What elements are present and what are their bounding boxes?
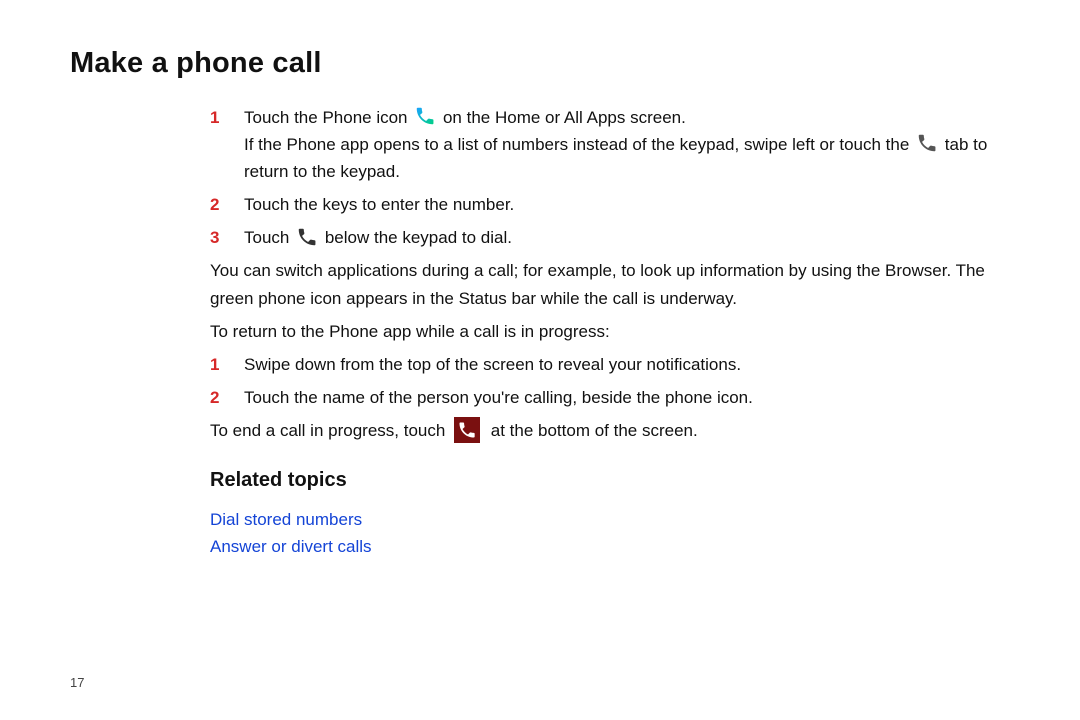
end-call-icon [454, 417, 480, 443]
document-page: Make a phone call 1 Touch the Phone icon [0, 0, 1080, 720]
phone-dial-icon [296, 226, 318, 248]
step-item: 1 Touch the Phone icon on the Ho [210, 104, 1010, 186]
related-links: Dial stored numbers Answer or divert cal… [210, 507, 1010, 560]
step-number: 2 [210, 384, 244, 411]
step-item: 3 Touch below the keypad to dial. [210, 224, 1010, 251]
paragraph: To end a call in progress, touch at the … [210, 417, 1010, 445]
step-item: 2 Touch the keys to enter the number. [210, 191, 1010, 218]
step-number: 1 [210, 104, 244, 131]
step-text: Touch the Phone icon [244, 108, 412, 127]
phone-tab-icon [916, 132, 938, 154]
page-number: 17 [70, 673, 84, 693]
step-body: Touch the keys to enter the number. [244, 191, 1010, 218]
step-extra: If the Phone app opens to a list of numb… [244, 135, 914, 154]
end-call-text: at the bottom of the screen. [491, 421, 698, 440]
step-body: Touch the name of the person you're call… [244, 384, 1010, 411]
paragraph: You can switch applications during a cal… [210, 257, 1010, 311]
paragraph: To return to the Phone app while a call … [210, 318, 1010, 345]
step-body: Swipe down from the top of the screen to… [244, 351, 1010, 378]
steps-primary: 1 Touch the Phone icon on the Ho [210, 104, 1010, 560]
step-number: 2 [210, 191, 244, 218]
step-item: 1 Swipe down from the top of the screen … [210, 351, 1010, 378]
step-body: Touch below the keypad to dial. [244, 224, 1010, 251]
related-link[interactable]: Answer or divert calls [210, 534, 1010, 560]
step-text: below the keypad to dial. [325, 228, 512, 247]
related-heading: Related topics [210, 465, 1010, 495]
step-body: Touch the Phone icon on the Home or All … [244, 104, 1010, 186]
step-item: 2 Touch the name of the person you're ca… [210, 384, 1010, 411]
related-link[interactable]: Dial stored numbers [210, 507, 1010, 533]
phone-color-icon [414, 105, 436, 127]
step-number: 3 [210, 224, 244, 251]
step-number: 1 [210, 351, 244, 378]
page-title: Make a phone call [70, 42, 1010, 86]
step-text: on the Home or All Apps screen. [443, 108, 686, 127]
end-call-text: To end a call in progress, touch [210, 421, 450, 440]
step-text: Touch [244, 228, 294, 247]
